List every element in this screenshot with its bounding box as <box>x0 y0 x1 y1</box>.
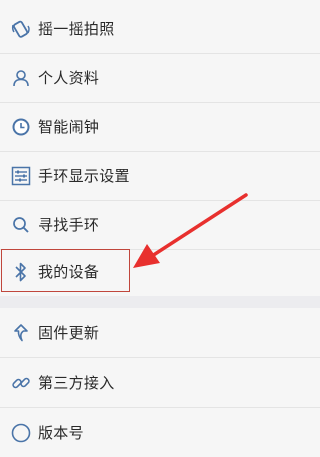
annotation-arrow <box>133 193 248 268</box>
